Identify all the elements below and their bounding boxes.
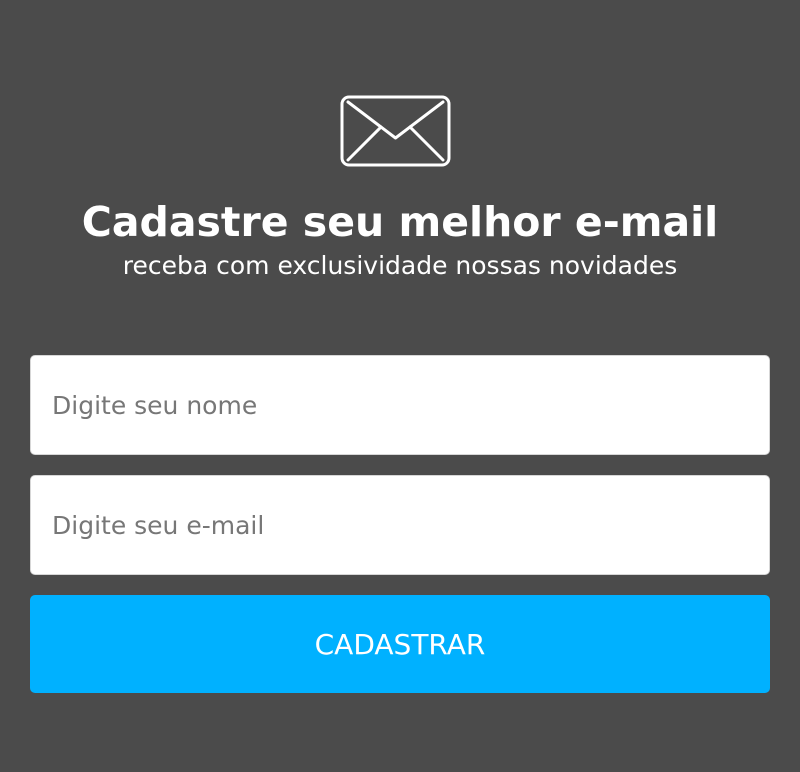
mail-envelope-icon — [340, 95, 451, 167]
newsletter-signup-card: Cadastre seu melhor e-mail receba com ex… — [0, 0, 800, 772]
email-input[interactable] — [30, 475, 770, 575]
signup-subtitle: receba com exclusividade nossas novidade… — [122, 251, 678, 280]
signup-title: Cadastre seu melhor e-mail — [81, 198, 719, 246]
name-input[interactable] — [30, 355, 770, 455]
submit-button[interactable]: CADASTRAR — [30, 595, 770, 693]
